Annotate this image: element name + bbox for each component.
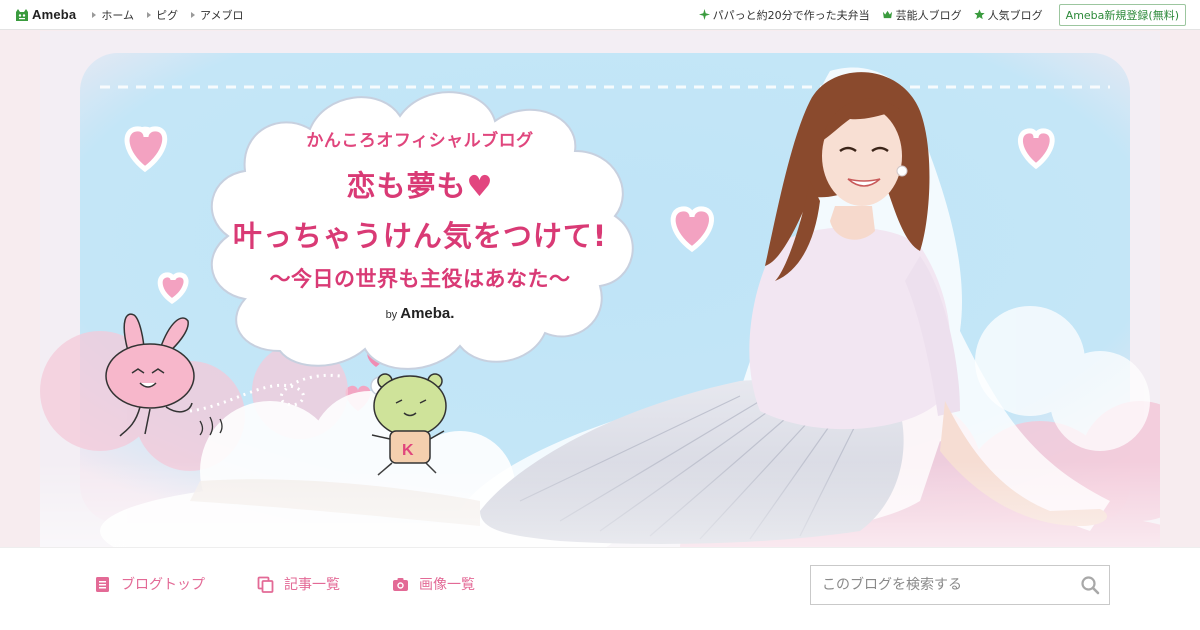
- copy-icon: [257, 576, 274, 593]
- catchcopy-line-1: 恋も夢も♥: [215, 163, 625, 205]
- nav-popular-blog-label: 人気ブログ: [987, 8, 1043, 22]
- sparkle-icon: [698, 9, 710, 20]
- ameba-logo[interactable]: Ameba: [14, 7, 76, 23]
- camera-icon: [393, 577, 408, 591]
- tab-article-list-label: 記事一覧: [284, 577, 340, 593]
- tab-article-list[interactable]: 記事一覧: [257, 574, 340, 594]
- register-button[interactable]: Ameba新規登録(無料): [1058, 3, 1186, 26]
- caret-right-icon: [92, 11, 97, 18]
- nav-home-label: ホーム: [101, 8, 135, 22]
- ameba-logo-icon: [16, 8, 28, 21]
- blog-title-block: かんころオフィシャルブログ 恋も夢も♥ 叶っちゃうけん気をつけて! ～今日の世界…: [215, 126, 625, 322]
- nav-featured-article-link[interactable]: パパっと約20分で作った夫弁当: [698, 7, 870, 23]
- caret-right-icon: [147, 11, 152, 18]
- global-header: Ameba ホーム ピグ アメブロ パパっと約20分で作った夫弁当 芸能人ブログ: [0, 0, 1200, 30]
- tab-blog-top[interactable]: ブログトップ: [94, 574, 205, 594]
- caret-right-icon: [191, 11, 196, 18]
- star-icon: [974, 9, 985, 20]
- nav-pigg-link[interactable]: ピグ: [147, 7, 178, 23]
- search-icon[interactable]: [1080, 575, 1100, 595]
- tab-blog-top-label: ブログトップ: [121, 577, 205, 593]
- blog-name: かんころオフィシャルブログ: [306, 131, 534, 151]
- logo-text: Ameba: [32, 7, 77, 22]
- blog-header-image[interactable]: K かんころオフィシャルブログ 恋も夢も♥ 叶っちゃうけん気をつけて! ～今日の…: [40, 31, 1160, 547]
- global-nav-right: パパっと約20分で作った夫弁当 芸能人ブログ 人気ブログ Ameba新規登録(無…: [687, 3, 1186, 26]
- tab-image-list-label: 画像一覧: [419, 577, 475, 593]
- catchcopy-line-1-text: 恋も夢も: [346, 169, 467, 203]
- nav-popular-blog-link[interactable]: 人気ブログ: [974, 7, 1043, 23]
- document-icon: [96, 576, 109, 592]
- blog-tabs: ブログトップ 記事一覧 画像一覧: [94, 574, 527, 594]
- nav-featured-article-label: パパっと約20分で作った夫弁当: [712, 8, 870, 22]
- byline: by Ameba.: [215, 305, 625, 322]
- catchcopy-line-3: ～今日の世界も主役はあなた～: [269, 267, 571, 291]
- nav-ameblo-label: アメブロ: [200, 8, 244, 22]
- byline-by: by: [385, 309, 398, 321]
- nav-home-link[interactable]: ホーム: [92, 7, 134, 23]
- blog-nav-bar: ブログトップ 記事一覧 画像一覧: [0, 547, 1200, 630]
- blog-search-input[interactable]: [811, 567, 1080, 603]
- byline-brand: Ameba.: [400, 305, 455, 322]
- svg-text:K: K: [402, 442, 414, 459]
- heart-icon: ♥: [466, 169, 494, 203]
- nav-ameblo-link[interactable]: アメブロ: [191, 7, 243, 23]
- blog-search-box: [810, 565, 1110, 605]
- nav-pigg-label: ピグ: [156, 8, 179, 22]
- crown-icon: [882, 10, 892, 19]
- global-nav-left: ホーム ピグ アメブロ: [92, 7, 256, 23]
- catchcopy-line-2: 叶っちゃうけん気をつけて!: [232, 219, 608, 253]
- nav-celebrity-blog-label: 芸能人ブログ: [895, 8, 962, 22]
- nav-celebrity-blog-link[interactable]: 芸能人ブログ: [882, 7, 962, 23]
- tab-image-list[interactable]: 画像一覧: [392, 574, 475, 594]
